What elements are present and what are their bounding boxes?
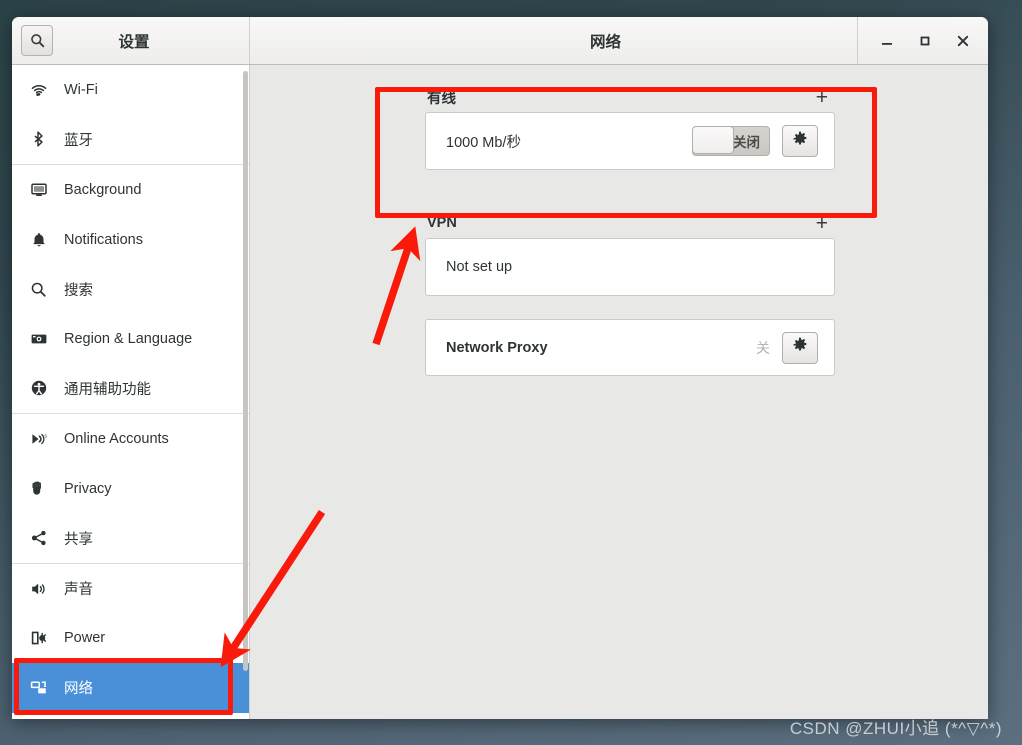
wired-section-header: 有线 + bbox=[425, 82, 835, 112]
sidebar-item-Background[interactable]: Background bbox=[12, 165, 249, 215]
sidebar-list: Wi-Fi 蓝牙 Background Notifications 搜索 Region &… bbox=[12, 65, 249, 713]
minimize-icon bbox=[880, 34, 894, 48]
switch-knob bbox=[693, 127, 734, 154]
sidebar-item-共享[interactable]: 共享 bbox=[12, 513, 249, 563]
sidebar-item-Wi-Fi[interactable]: Wi-Fi bbox=[12, 65, 249, 115]
network-proxy-label: Network Proxy bbox=[446, 339, 548, 356]
content-headerbar: 网络 bbox=[250, 17, 988, 64]
gear-icon bbox=[792, 131, 808, 152]
sidebar-item-Notifications[interactable]: Notifications bbox=[12, 215, 249, 265]
maximize-button[interactable] bbox=[906, 18, 944, 64]
sidebar-item-label: Power bbox=[64, 630, 106, 647]
sidebar-item-label: 网络 bbox=[64, 681, 93, 698]
sidebar-item-label: Online Accounts bbox=[64, 430, 169, 447]
wired-toggle-switch[interactable]: 关闭 bbox=[692, 126, 770, 156]
search-icon bbox=[30, 281, 56, 298]
sidebar-item-Region & Language[interactable]: Region & Language bbox=[12, 314, 249, 364]
sidebar-title: 设置 bbox=[118, 33, 150, 51]
sidebar-item-label: 蓝牙 bbox=[64, 132, 93, 149]
minimize-button[interactable] bbox=[868, 18, 906, 64]
wired-settings-button[interactable] bbox=[782, 125, 818, 157]
network-proxy-state: 关 bbox=[756, 339, 770, 356]
sharing-icon bbox=[30, 529, 56, 547]
network-proxy-section: Network Proxy 关 bbox=[425, 319, 835, 376]
settings-window: 设置 网络 Wi-Fi 蓝牙 Background Notifications … bbox=[12, 17, 988, 719]
close-icon bbox=[956, 34, 970, 48]
bluetooth-icon bbox=[30, 130, 56, 148]
vpn-section-title: VPN bbox=[427, 215, 457, 231]
bell-icon bbox=[30, 231, 56, 249]
network-icon bbox=[30, 679, 56, 697]
accessibility-icon bbox=[30, 379, 56, 397]
sidebar-scrollbar[interactable] bbox=[243, 71, 248, 671]
sidebar-item-网络[interactable]: 网络 bbox=[12, 663, 249, 713]
sidebar-item-蓝牙[interactable]: 蓝牙 bbox=[12, 115, 249, 165]
sidebar-item-label: Privacy bbox=[64, 480, 112, 497]
sidebar-headerbar: 设置 bbox=[12, 17, 250, 64]
search-icon bbox=[30, 33, 45, 48]
wired-speed-label: 1000 Mb/秒 bbox=[446, 134, 521, 151]
region-language-icon bbox=[30, 330, 56, 348]
sidebar-item-Power[interactable]: Power bbox=[12, 614, 249, 664]
add-wired-button[interactable]: + bbox=[813, 87, 831, 108]
search-button[interactable] bbox=[21, 25, 53, 56]
gear-icon bbox=[792, 337, 808, 358]
wired-section: 有线 + 1000 Mb/秒 关闭 bbox=[425, 82, 835, 170]
window-controls bbox=[857, 17, 988, 64]
sidebar-item-label: 共享 bbox=[64, 531, 93, 548]
network-proxy-settings-button[interactable] bbox=[782, 331, 818, 364]
sidebar-item-label: Wi-Fi bbox=[64, 81, 98, 98]
wired-connection-row[interactable]: 1000 Mb/秒 关闭 bbox=[425, 112, 835, 170]
vpn-section: VPN + Not set up bbox=[425, 208, 835, 296]
network-proxy-row[interactable]: Network Proxy 关 bbox=[425, 319, 835, 376]
sidebar-item-通用辅助功能[interactable]: 通用辅助功能 bbox=[12, 364, 249, 414]
maximize-icon bbox=[918, 34, 932, 48]
vpn-status-label: Not set up bbox=[446, 259, 513, 275]
sidebar-item-Privacy[interactable]: Privacy bbox=[12, 464, 249, 514]
sidebar-item-label: Region & Language bbox=[64, 330, 193, 347]
vpn-status-row[interactable]: Not set up bbox=[425, 238, 835, 296]
sidebar-item-Online Accounts[interactable]: s Online Accounts bbox=[12, 414, 249, 464]
window-body: Wi-Fi 蓝牙 Background Notifications 搜索 Region &… bbox=[12, 65, 988, 719]
wifi-icon bbox=[30, 81, 56, 99]
sidebar-item-label: Background bbox=[64, 181, 142, 198]
window-title: 网络 bbox=[589, 33, 621, 51]
sound-icon bbox=[30, 580, 56, 598]
sidebar-item-label: 通用辅助功能 bbox=[64, 381, 151, 398]
wired-section-title: 有线 bbox=[427, 90, 456, 107]
online-accounts-icon: s bbox=[30, 430, 56, 448]
close-button[interactable] bbox=[944, 18, 982, 64]
power-icon bbox=[30, 629, 56, 647]
sidebar-item-声音[interactable]: 声音 bbox=[12, 564, 249, 614]
privacy-hand-icon bbox=[30, 480, 56, 498]
window-headerbar: 设置 网络 bbox=[12, 17, 988, 65]
svg-text:s: s bbox=[44, 433, 47, 439]
sidebar-item-label: Notifications bbox=[64, 231, 143, 248]
sidebar-item-label: 搜索 bbox=[64, 282, 93, 299]
add-vpn-button[interactable]: + bbox=[813, 213, 831, 234]
settings-sidebar: Wi-Fi 蓝牙 Background Notifications 搜索 Region &… bbox=[12, 65, 250, 719]
sidebar-item-label: 声音 bbox=[64, 582, 93, 599]
background-icon bbox=[30, 181, 56, 199]
vpn-section-header: VPN + bbox=[425, 208, 835, 238]
sidebar-item-搜索[interactable]: 搜索 bbox=[12, 264, 249, 314]
watermark-text: CSDN @ZHUI小追 (*^▽^*) bbox=[789, 719, 1002, 738]
network-content-panel: 有线 + 1000 Mb/秒 关闭 VPN + Not set up Netwo… bbox=[250, 65, 988, 719]
wired-toggle-label: 关闭 bbox=[733, 135, 760, 150]
